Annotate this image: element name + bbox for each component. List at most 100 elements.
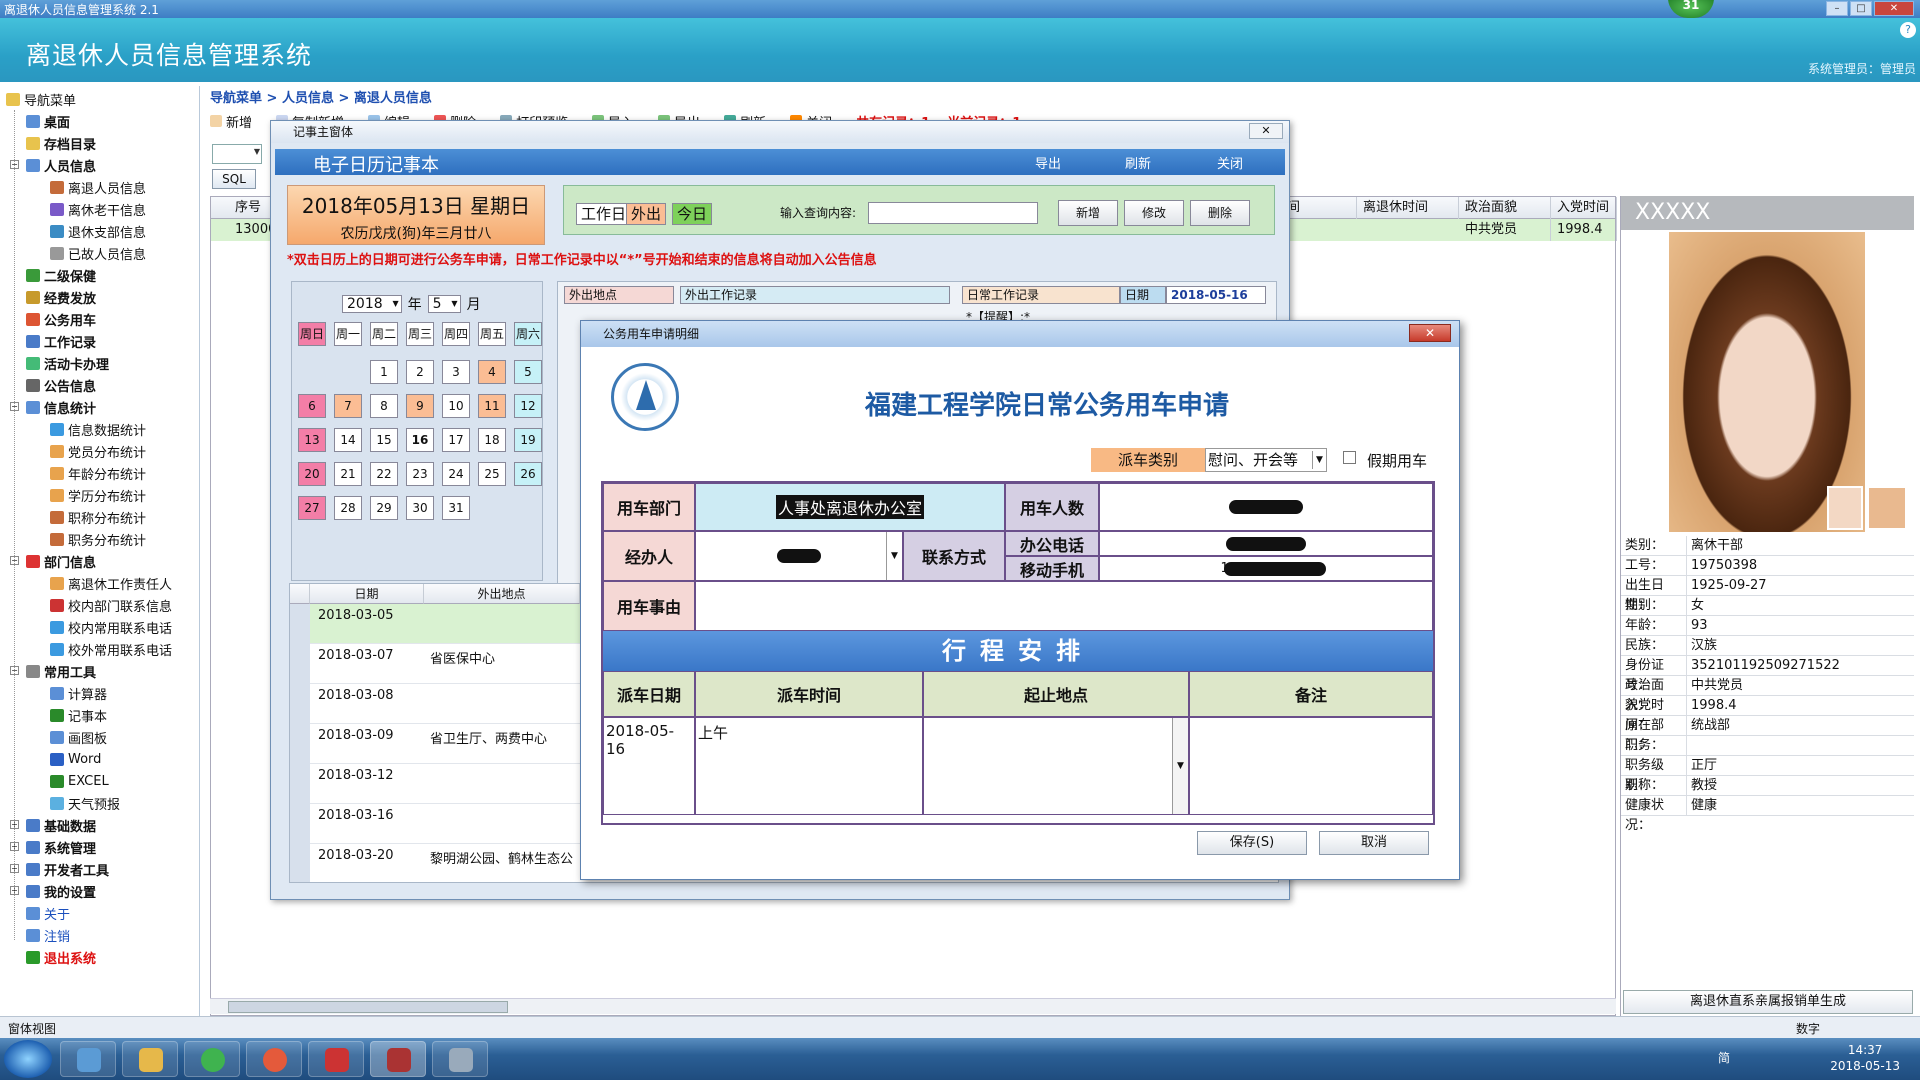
sidebar-item[interactable]: 记事本: [50, 704, 107, 726]
sidebar-item[interactable]: 党员分布统计: [50, 440, 146, 462]
modify-button[interactable]: 修改: [1124, 200, 1184, 226]
start-button[interactable]: [4, 1040, 52, 1078]
grid-col-time[interactable]: 间: [1281, 197, 1357, 219]
sidebar-item[interactable]: 退出系统: [26, 946, 96, 968]
calendar-day[interactable]: 15: [370, 428, 398, 452]
sidebar-item[interactable]: 我的设置: [26, 880, 96, 902]
calendar-day[interactable]: 22: [370, 462, 398, 486]
calendar-day[interactable]: 14: [334, 428, 362, 452]
cancel-button[interactable]: 取消: [1319, 831, 1429, 855]
calendar-day[interactable]: 4: [478, 360, 506, 384]
query-input[interactable]: [868, 202, 1038, 224]
reimburse-button[interactable]: 离退休直系亲属报销单生成: [1623, 990, 1913, 1014]
month-select[interactable]: 5: [427, 295, 461, 313]
sidebar-item[interactable]: 二级保健: [26, 264, 96, 286]
calendar-day[interactable]: 28: [334, 496, 362, 520]
row-selector[interactable]: [290, 724, 310, 764]
reason-field[interactable]: [695, 581, 1433, 631]
sidebar-item[interactable]: 部门信息: [26, 550, 96, 572]
dept-field[interactable]: 人事处离退休办公室: [695, 483, 1005, 531]
taskbar-app[interactable]: [308, 1041, 364, 1077]
calendar-day[interactable]: 5: [514, 360, 542, 384]
sidebar-item[interactable]: 公告信息: [26, 374, 96, 396]
taskbar-app[interactable]: [432, 1041, 488, 1077]
out-pill[interactable]: 外出: [626, 203, 667, 225]
sidebar-item[interactable]: 工作记录: [26, 330, 96, 352]
sidebar-item[interactable]: 天气预报: [50, 792, 120, 814]
calendar-day[interactable]: 19: [514, 428, 542, 452]
calendar-day[interactable]: 27: [298, 496, 326, 520]
sidebar-item[interactable]: 注销: [26, 924, 70, 946]
calendar-day[interactable]: 13: [298, 428, 326, 452]
row-remark[interactable]: [1189, 717, 1433, 815]
calendar-export-button[interactable]: 导出: [1035, 153, 1061, 172]
calendar-day[interactable]: 25: [478, 462, 506, 486]
grid-col-political[interactable]: 政治面貌: [1459, 197, 1551, 219]
calendar-day[interactable]: 6: [298, 394, 326, 418]
sidebar-item[interactable]: 经费发放: [26, 286, 96, 308]
row-car-date[interactable]: 2018-05-16: [603, 717, 695, 815]
new-button[interactable]: 新增: [210, 112, 252, 131]
calendar-day[interactable]: 29: [370, 496, 398, 520]
sidebar-item[interactable]: EXCEL: [50, 770, 109, 792]
row-selector[interactable]: [290, 844, 310, 882]
year-select[interactable]: 2018: [342, 295, 402, 313]
minimize-icon[interactable]: –: [1826, 1, 1848, 16]
maximize-icon[interactable]: □: [1850, 1, 1872, 16]
scroll-thumb[interactable]: [228, 1001, 508, 1013]
system-tray[interactable]: 简 14:37 2018-05-13: [1718, 1042, 1900, 1074]
grid-col-retire[interactable]: 离退休时间: [1357, 197, 1459, 219]
calendar-day[interactable]: 7: [334, 394, 362, 418]
sidebar-item[interactable]: 离休老干信息: [50, 198, 146, 220]
col-place[interactable]: 外出地点: [424, 584, 580, 604]
calendar-close-button[interactable]: 关闭: [1217, 153, 1243, 172]
close-icon[interactable]: ✕: [1874, 1, 1914, 16]
row-selector[interactable]: [290, 804, 310, 844]
sidebar-item[interactable]: 校内部门联系信息: [50, 594, 172, 616]
sidebar-item[interactable]: 校外常用联系电话: [50, 638, 172, 660]
car-type-select[interactable]: 慰问、开会等 ▼: [1205, 448, 1327, 472]
calendar-day[interactable]: 2: [406, 360, 434, 384]
calendar-day[interactable]: 9: [406, 394, 434, 418]
sidebar-item[interactable]: 职务分布统计: [50, 528, 146, 550]
sidebar-item[interactable]: 离退人员信息: [50, 176, 146, 198]
sidebar-item[interactable]: 画图板: [50, 726, 107, 748]
taskbar-app[interactable]: [184, 1041, 240, 1077]
sidebar-item[interactable]: 校内常用联系电话: [50, 616, 172, 638]
count-field[interactable]: [1099, 483, 1433, 531]
calendar-day[interactable]: 23: [406, 462, 434, 486]
row-car-time[interactable]: 上午: [695, 717, 923, 815]
sidebar-item[interactable]: 关于: [26, 902, 70, 924]
col-date[interactable]: 日期: [310, 584, 424, 604]
row-selector[interactable]: [290, 684, 310, 724]
calendar-day[interactable]: 11: [478, 394, 506, 418]
grid-col-party[interactable]: 入党时间: [1551, 197, 1617, 219]
today-pill[interactable]: 今日: [672, 203, 713, 225]
chevron-down-icon[interactable]: ▼: [886, 532, 902, 580]
photo-thumbnail[interactable]: [1827, 486, 1863, 530]
sidebar-item[interactable]: 公务用车: [26, 308, 96, 330]
sql-button[interactable]: SQL: [212, 169, 256, 189]
calendar-day[interactable]: 17: [442, 428, 470, 452]
sidebar-item[interactable]: 退休支部信息: [50, 220, 146, 242]
sidebar-item[interactable]: 职称分布统计: [50, 506, 146, 528]
photo-thumbnail[interactable]: [1867, 486, 1907, 530]
workday-pill[interactable]: 工作日: [576, 203, 632, 225]
calendar-day[interactable]: 3: [442, 360, 470, 384]
handler-field[interactable]: ▼: [695, 531, 903, 581]
sidebar-item[interactable]: Word: [50, 748, 101, 770]
taskbar-app[interactable]: [122, 1041, 178, 1077]
sidebar-item[interactable]: 已故人员信息: [50, 242, 146, 264]
mobile-field[interactable]: 18046006115: [1099, 556, 1433, 581]
sidebar-item[interactable]: 学历分布统计: [50, 484, 146, 506]
row-selector[interactable]: [290, 644, 310, 684]
row-selector[interactable]: [290, 764, 310, 804]
sidebar-item[interactable]: 开发者工具: [26, 858, 109, 880]
calendar-day[interactable]: 26: [514, 462, 542, 486]
row-selector[interactable]: [290, 604, 310, 644]
taskbar-app-active[interactable]: [370, 1041, 426, 1077]
sidebar-item[interactable]: 离退休工作责任人: [50, 572, 172, 594]
help-icon[interactable]: ?: [1900, 22, 1916, 38]
dialog-close-icon[interactable]: ✕: [1409, 324, 1451, 342]
sidebar-item[interactable]: 常用工具: [26, 660, 96, 682]
